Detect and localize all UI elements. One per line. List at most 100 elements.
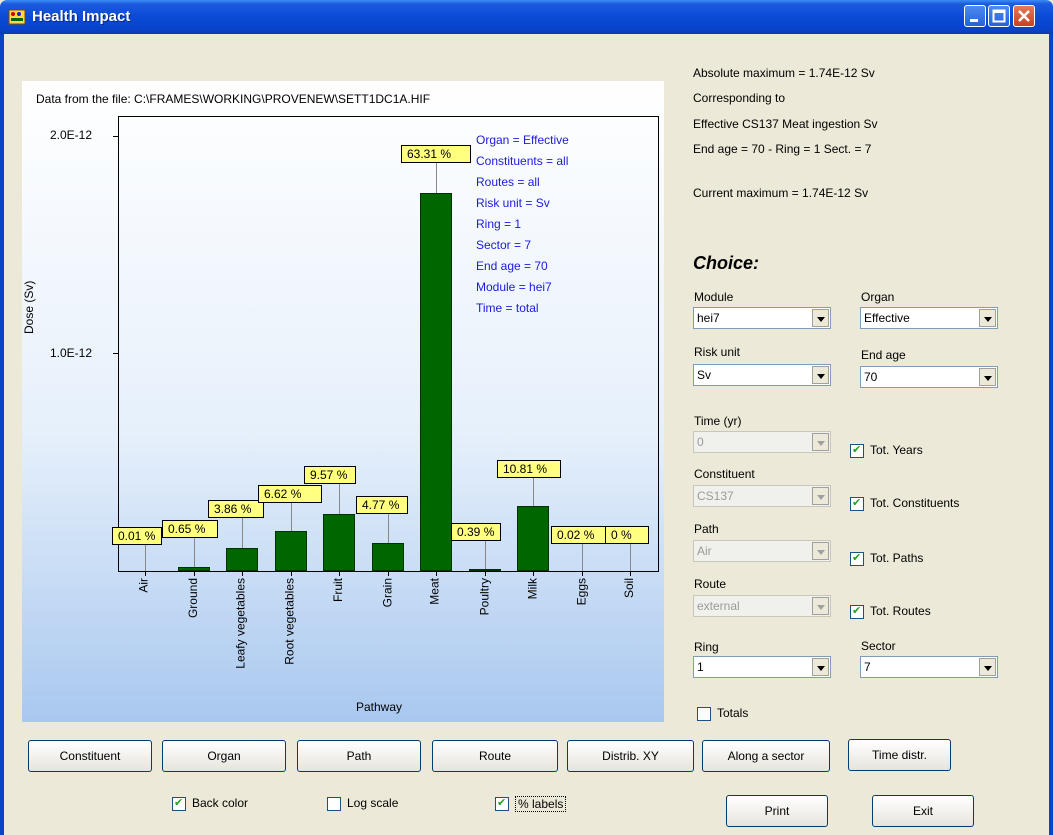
tot-years-label: Tot. Years [870, 443, 923, 457]
along-a-sector-button[interactable]: Along a sector [702, 740, 830, 772]
tot-constituents-label: Tot. Constituents [870, 496, 960, 510]
ring-label: Ring [694, 640, 719, 654]
y-tick-label: 1.0E-12 [50, 346, 93, 360]
window-frame-right [1049, 34, 1053, 835]
info-ring: Ring = 1 [476, 217, 522, 231]
end-age-label: End age [861, 348, 906, 362]
percent-label: 0.39 % [451, 523, 501, 541]
sector-label: Sector [861, 639, 896, 653]
exit-button[interactable]: Exit [872, 795, 974, 827]
percent-label: 0.01 % [112, 527, 162, 545]
x-tick [387, 572, 389, 576]
window-frame-left [0, 34, 4, 835]
ring-value: 1 [697, 660, 704, 674]
module-select[interactable]: hei7 [693, 307, 831, 329]
x-category-label: Eggs [573, 578, 588, 606]
x-category-label: Ground [185, 578, 200, 619]
route-value: external [697, 599, 740, 613]
bar-root-vegetables [274, 531, 307, 571]
percent-label: 63.31 % [401, 145, 471, 163]
organ-label: Organ [861, 290, 895, 304]
x-axis-title: Pathway [356, 700, 403, 714]
time-distr-button[interactable]: Time distr. [848, 739, 951, 771]
x-category-label: Milk [525, 578, 540, 600]
path-select[interactable]: Air [693, 540, 831, 562]
back-color-label: Back color [192, 796, 249, 810]
organ-select[interactable]: Effective [860, 307, 998, 329]
percent-label: 6.62 % [258, 485, 322, 503]
route-select[interactable]: external [693, 595, 831, 617]
percent-label: 0 % [605, 526, 649, 544]
window-title: Health Impact [32, 8, 131, 25]
maximize-icon [992, 9, 1006, 23]
chevron-down-icon[interactable] [812, 366, 829, 384]
sector-select[interactable]: 7 [860, 656, 998, 678]
label-leader-line [436, 163, 437, 193]
x-category-label: Soil [622, 578, 637, 599]
risk-unit-label: Risk unit [694, 345, 741, 359]
bar-leafy-vegetables [226, 547, 258, 571]
pct-labels-label: % labels [515, 796, 567, 812]
constituent-label: Constituent [694, 467, 755, 481]
corresponding-detail: Effective CS137 Meat ingestion Sv [693, 117, 878, 131]
chevron-down-icon[interactable] [812, 542, 829, 560]
label-leader-line [484, 541, 486, 569]
time-select[interactable]: 0 [693, 431, 831, 453]
route-button[interactable]: Route [432, 740, 558, 772]
percent-label: 0.02 % [551, 526, 609, 544]
chevron-down-icon[interactable] [979, 368, 996, 386]
bar-meat [420, 192, 452, 571]
distrib-xy-button[interactable]: Distrib. XY [567, 740, 694, 772]
path-label: Path [694, 522, 719, 536]
end-age-ring-sector: End age = 70 - Ring = 1 Sect. = 7 [693, 142, 872, 156]
check-icon [850, 604, 864, 619]
chevron-down-icon[interactable] [812, 309, 829, 327]
chevron-down-icon[interactable] [812, 597, 829, 615]
minimize-button[interactable] [964, 5, 986, 27]
chevron-down-icon[interactable] [812, 487, 829, 505]
path-button[interactable]: Path [297, 740, 421, 772]
constituent-value: CS137 [697, 489, 734, 503]
constituent-select[interactable]: CS137 [693, 485, 831, 507]
x-tick [484, 572, 486, 576]
bar-grain [371, 542, 404, 571]
chevron-down-icon[interactable] [812, 658, 829, 676]
info-time: Time = total [476, 301, 539, 315]
label-leader-line [242, 518, 243, 548]
print-button[interactable]: Print [726, 795, 828, 827]
x-category-label: Root vegetables [282, 578, 297, 665]
module-value: hei7 [697, 311, 720, 325]
x-category-label: Grain [379, 578, 394, 608]
log-scale-label: Log scale [347, 796, 399, 810]
x-tick [242, 572, 243, 576]
x-tick [533, 572, 534, 576]
bar-ground [177, 567, 210, 571]
percent-label: 10.81 % [497, 460, 561, 478]
tot-routes-label: Tot. Routes [870, 604, 931, 618]
module-label: Module [694, 290, 734, 304]
close-button[interactable] [1013, 5, 1035, 27]
ring-select[interactable]: 1 [693, 656, 831, 678]
corresponding-to: Corresponding to [693, 91, 786, 105]
choice-heading: Choice: [693, 253, 760, 273]
chevron-down-icon[interactable] [812, 433, 829, 451]
info-routes: Routes = all [476, 175, 540, 189]
organ-value: Effective [864, 311, 910, 325]
x-tick [290, 572, 292, 576]
label-leader-line [387, 514, 389, 543]
organ-button[interactable]: Organ [162, 740, 286, 772]
bar-poultry [468, 568, 501, 571]
maximize-button[interactable] [988, 5, 1010, 27]
bar-milk [517, 506, 549, 571]
absolute-maximum: Absolute maximum = 1.74E-12 Sv [693, 66, 875, 80]
end-age-select[interactable]: 70 [860, 366, 998, 388]
chevron-down-icon[interactable] [979, 309, 996, 327]
constituent-button[interactable]: Constituent [28, 740, 152, 772]
y-tick [113, 353, 118, 354]
risk-unit-select[interactable]: Sv [693, 364, 831, 386]
info-sector: Sector = 7 [476, 238, 532, 252]
info-risk-unit: Risk unit = Sv [476, 196, 550, 210]
time-value: 0 [697, 435, 704, 449]
x-tick [436, 572, 437, 576]
chevron-down-icon[interactable] [979, 658, 996, 676]
